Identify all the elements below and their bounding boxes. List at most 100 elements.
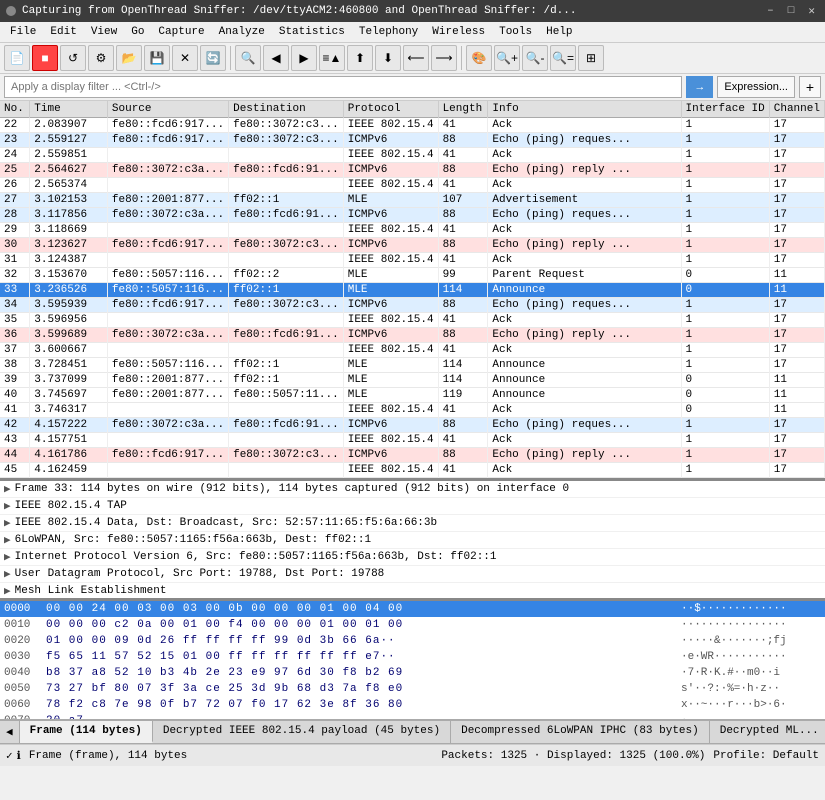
menu-item-wireless[interactable]: Wireless	[426, 24, 491, 40]
menu-item-view[interactable]: View	[85, 24, 123, 40]
hex-row[interactable]: 000000 00 24 00 03 00 03 00 0b 00 00 00 …	[0, 601, 825, 617]
toolbar-resize-btn[interactable]: ⊞	[578, 45, 604, 71]
expand-icon[interactable]: ▶	[4, 533, 11, 547]
toolbar-options-btn[interactable]: ⚙	[88, 45, 114, 71]
cell-no: 22	[0, 118, 30, 133]
table-row[interactable]: 454.162459IEEE 802.15.441Ack117	[0, 463, 825, 478]
hex-row[interactable]: 007020 a7 ·	[0, 713, 825, 721]
bottom-tab-3[interactable]: Decrypted ML...	[710, 721, 825, 743]
table-row[interactable]: 303.123627fe80::fcd6:917...fe80::3072:c3…	[0, 238, 825, 253]
table-row[interactable]: 293.118669IEEE 802.15.441Ack117	[0, 223, 825, 238]
cell-proto: IEEE 802.15.4	[343, 148, 438, 163]
menu-item-telephony[interactable]: Telephony	[353, 24, 424, 40]
cell-iface: 0	[681, 283, 769, 298]
table-row[interactable]: 232.559127fe80::fcd6:917...fe80::3072:c3…	[0, 133, 825, 148]
toolbar-history2-btn[interactable]: ⟶	[431, 45, 457, 71]
expand-icon[interactable]: ▶	[4, 584, 11, 598]
toolbar-zoom-in-btn[interactable]: 🔍+	[494, 45, 520, 71]
expand-icon[interactable]: ▶	[4, 567, 11, 581]
cell-iface: 1	[681, 298, 769, 313]
close-btn[interactable]: ✕	[804, 4, 819, 18]
filter-add-btn[interactable]: +	[799, 76, 821, 98]
cell-chan: 17	[769, 418, 824, 433]
table-row[interactable]: 242.559851IEEE 802.15.441Ack117	[0, 148, 825, 163]
toolbar-history-btn[interactable]: ⟵	[403, 45, 429, 71]
packet-list[interactable]: No. Time Source Destination Protocol Len…	[0, 101, 825, 481]
toolbar-save-btn[interactable]: 💾	[144, 45, 170, 71]
menu-item-tools[interactable]: Tools	[493, 24, 538, 40]
table-row[interactable]: 343.595939fe80::fcd6:917...fe80::3072:c3…	[0, 298, 825, 313]
expand-icon[interactable]: ▶	[4, 550, 11, 564]
filter-expression-btn[interactable]: Expression...	[717, 76, 795, 98]
hex-row[interactable]: 002001 00 00 09 0d 26 ff ff ff ff 99 0d …	[0, 633, 825, 649]
filter-apply-btn[interactable]: →	[686, 76, 713, 98]
toolbar-sep2	[461, 46, 462, 70]
toolbar-reload-btn[interactable]: 🔄	[200, 45, 226, 71]
detail-row[interactable]: ▶6LoWPAN, Src: fe80::5057:1165:f56a:663b…	[0, 532, 825, 549]
hex-row[interactable]: 005073 27 bf 80 07 3f 3a ce 25 3d 9b 68 …	[0, 681, 825, 697]
detail-row[interactable]: ▶Mesh Link Establishment	[0, 583, 825, 600]
toolbar-goto-btn[interactable]: ≡▲	[319, 45, 345, 71]
table-row[interactable]: 313.124387IEEE 802.15.441Ack117	[0, 253, 825, 268]
bottom-tab-2[interactable]: Decompressed 6LoWPAN IPHC (83 bytes)	[451, 721, 710, 743]
hex-row[interactable]: 006078 f2 c8 7e 98 0f b7 72 07 f0 17 62 …	[0, 697, 825, 713]
toolbar-zoom-out-btn[interactable]: 🔍-	[522, 45, 548, 71]
detail-row[interactable]: ▶IEEE 802.15.4 TAP	[0, 498, 825, 515]
bottom-tab-0[interactable]: Frame (114 bytes)	[20, 721, 153, 743]
toolbar-fwd-btn[interactable]: ▶	[291, 45, 317, 71]
toolbar-new-btn[interactable]: 📄	[4, 45, 30, 71]
toolbar-last-btn[interactable]: ⬇	[375, 45, 401, 71]
hex-row[interactable]: 0040b8 37 a8 52 10 b3 4b 2e 23 e9 97 6d …	[0, 665, 825, 681]
expand-icon[interactable]: ▶	[4, 482, 11, 496]
menu-item-statistics[interactable]: Statistics	[273, 24, 351, 40]
table-row[interactable]: 363.599689fe80::3072:c3a...fe80::fcd6:91…	[0, 328, 825, 343]
table-row[interactable]: 393.737099fe80::2001:877...ff02::1MLE114…	[0, 373, 825, 388]
filter-input[interactable]	[4, 76, 682, 98]
table-row[interactable]: 403.745697fe80::2001:877...fe80::5057:11…	[0, 388, 825, 403]
table-row[interactable]: 323.153670fe80::5057:116...ff02::2MLE99P…	[0, 268, 825, 283]
detail-row[interactable]: ▶Frame 33: 114 bytes on wire (912 bits),…	[0, 481, 825, 498]
table-row[interactable]: 353.596956IEEE 802.15.441Ack117	[0, 313, 825, 328]
table-row[interactable]: 413.746317IEEE 802.15.441Ack011	[0, 403, 825, 418]
toolbar-restart-btn[interactable]: ↺	[60, 45, 86, 71]
menu-item-help[interactable]: Help	[540, 24, 578, 40]
table-row[interactable]: 222.083907fe80::fcd6:917...fe80::3072:c3…	[0, 118, 825, 133]
bottom-tab-1[interactable]: Decrypted IEEE 802.15.4 payload (45 byte…	[153, 721, 451, 743]
toolbar-first-btn[interactable]: ⬆	[347, 45, 373, 71]
hex-row[interactable]: 0030f5 65 11 57 52 15 01 00 ff ff ff ff …	[0, 649, 825, 665]
cell-proto: IEEE 802.15.4	[343, 118, 438, 133]
table-row[interactable]: 283.117856fe80::3072:c3a...fe80::fcd6:91…	[0, 208, 825, 223]
detail-row[interactable]: ▶User Datagram Protocol, Src Port: 19788…	[0, 566, 825, 583]
table-row[interactable]: 424.157222fe80::3072:c3a...fe80::fcd6:91…	[0, 418, 825, 433]
hex-row[interactable]: 001000 00 00 c2 0a 00 01 00 f4 00 00 00 …	[0, 617, 825, 633]
table-row[interactable]: 333.236526fe80::5057:116...ff02::1MLE114…	[0, 283, 825, 298]
menu-item-file[interactable]: File	[4, 24, 42, 40]
toolbar-back-btn[interactable]: ◀	[263, 45, 289, 71]
cell-len: 41	[438, 223, 488, 238]
toolbar-zoom-reset-btn[interactable]: 🔍=	[550, 45, 576, 71]
table-row[interactable]: 444.161786fe80::fcd6:917...fe80::3072:c3…	[0, 448, 825, 463]
maximize-btn[interactable]: □	[784, 5, 799, 17]
toolbar-coloring-btn[interactable]: 🎨	[466, 45, 492, 71]
table-row[interactable]: 262.565374IEEE 802.15.441Ack117	[0, 178, 825, 193]
table-row[interactable]: 252.564627fe80::3072:c3a...fe80::fcd6:91…	[0, 163, 825, 178]
minimize-btn[interactable]: –	[763, 5, 778, 17]
expand-icon[interactable]: ▶	[4, 516, 11, 530]
toolbar-stop-btn[interactable]: ■	[32, 45, 58, 71]
toolbar-open-btn[interactable]: 📂	[116, 45, 142, 71]
table-row[interactable]: 434.157751IEEE 802.15.441Ack117	[0, 433, 825, 448]
menu-item-edit[interactable]: Edit	[44, 24, 82, 40]
expand-icon[interactable]: ▶	[4, 499, 11, 513]
menu-item-analyze[interactable]: Analyze	[213, 24, 271, 40]
table-row[interactable]: 373.600667IEEE 802.15.441Ack117	[0, 343, 825, 358]
detail-row[interactable]: ▶Internet Protocol Version 6, Src: fe80:…	[0, 549, 825, 566]
detail-row[interactable]: ▶IEEE 802.15.4 Data, Dst: Broadcast, Src…	[0, 515, 825, 532]
menu-item-go[interactable]: Go	[125, 24, 150, 40]
toolbar-find-btn[interactable]: 🔍	[235, 45, 261, 71]
table-row[interactable]: 273.102153fe80::2001:877...ff02::1MLE107…	[0, 193, 825, 208]
cell-info: Advertisement	[488, 193, 681, 208]
toolbar-close-btn[interactable]: ✕	[172, 45, 198, 71]
menu-item-capture[interactable]: Capture	[152, 24, 210, 40]
table-row[interactable]: 383.728451fe80::5057:116...ff02::1MLE114…	[0, 358, 825, 373]
tab-left-arrow[interactable]: ◀	[0, 721, 20, 743]
